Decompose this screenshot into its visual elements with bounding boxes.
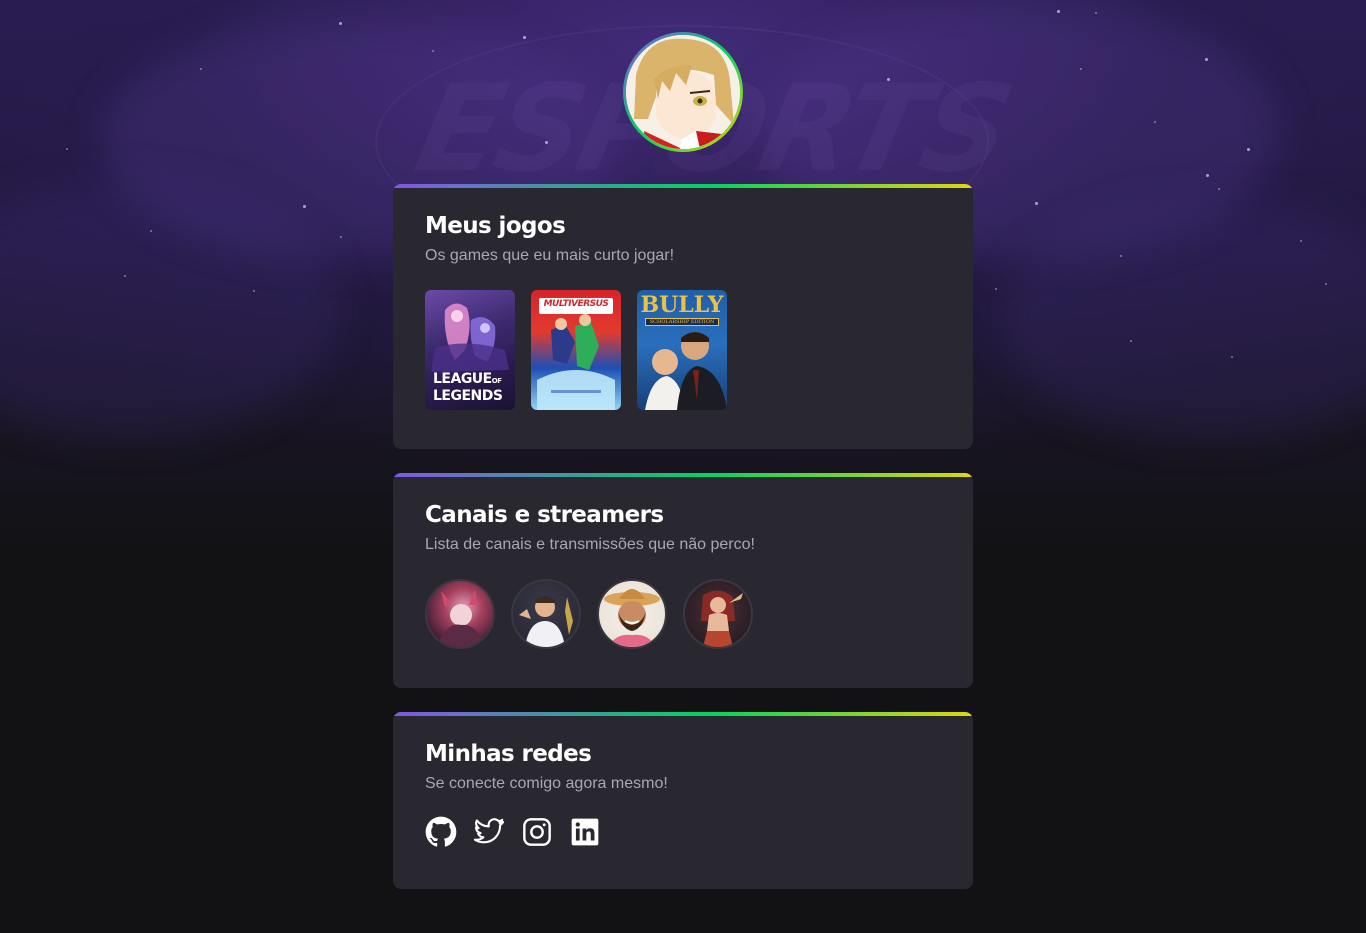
socials-card: Minhas redes Se conecte comigo agora mes…: [393, 712, 973, 889]
game-league-of-legends[interactable]: LEAGUEOF LEGENDS: [425, 290, 515, 410]
streamer-avatar-2[interactable]: [511, 579, 581, 649]
socials-list: [425, 816, 941, 848]
games-title: Meus jogos: [425, 213, 566, 239]
streamer-avatar-4[interactable]: [683, 579, 753, 649]
linkedin-icon: [571, 818, 599, 846]
linkedin-link[interactable]: [569, 816, 601, 848]
games-card: Meus jogos Os games que eu mais curto jo…: [393, 184, 973, 449]
streamer-avatar-3[interactable]: [597, 579, 667, 649]
github-icon: [425, 816, 457, 847]
lol-cover-of: OF: [491, 377, 502, 385]
games-subtitle: Os games que eu mais curto jogar!: [425, 247, 675, 264]
twitter-link[interactable]: [473, 816, 505, 848]
streamer-3-art-icon: [604, 589, 660, 647]
multiversus-art-icon: [537, 314, 615, 410]
anime-avatar-icon: [626, 35, 740, 149]
github-link[interactable]: [425, 816, 457, 848]
streamer-1-art-icon: [437, 589, 485, 647]
streamer-4-art-icon: [701, 590, 743, 647]
lol-cover-line1: LEAGUE: [433, 371, 492, 387]
game-bully[interactable]: BULLY SCHOLARSHIP EDITION: [637, 290, 727, 410]
streamers-list: [425, 579, 941, 649]
instagram-link[interactable]: [521, 816, 553, 848]
streamers-subtitle: Lista de canais e transmissões que não p…: [425, 536, 755, 553]
bully-art-icon: [645, 332, 727, 410]
games-list: LEAGUEOF LEGENDS MULTIVERSUS BULLY SCHOL…: [425, 290, 941, 410]
socials-title: Minhas redes: [425, 741, 592, 767]
socials-subtitle: Se conecte comigo agora mesmo!: [425, 775, 668, 792]
streamer-avatar-1[interactable]: [425, 579, 495, 649]
instagram-icon: [523, 818, 551, 846]
streamer-2-art-icon: [519, 596, 573, 647]
streamers-card: Canais e streamers Lista de canais e tra…: [393, 473, 973, 688]
game-multiversus[interactable]: MULTIVERSUS: [531, 290, 621, 410]
profile-avatar: [623, 32, 743, 152]
lol-cover-line2: LEGENDS: [433, 388, 503, 404]
streamers-title: Canais e streamers: [425, 502, 664, 528]
twitter-icon: [473, 818, 505, 844]
